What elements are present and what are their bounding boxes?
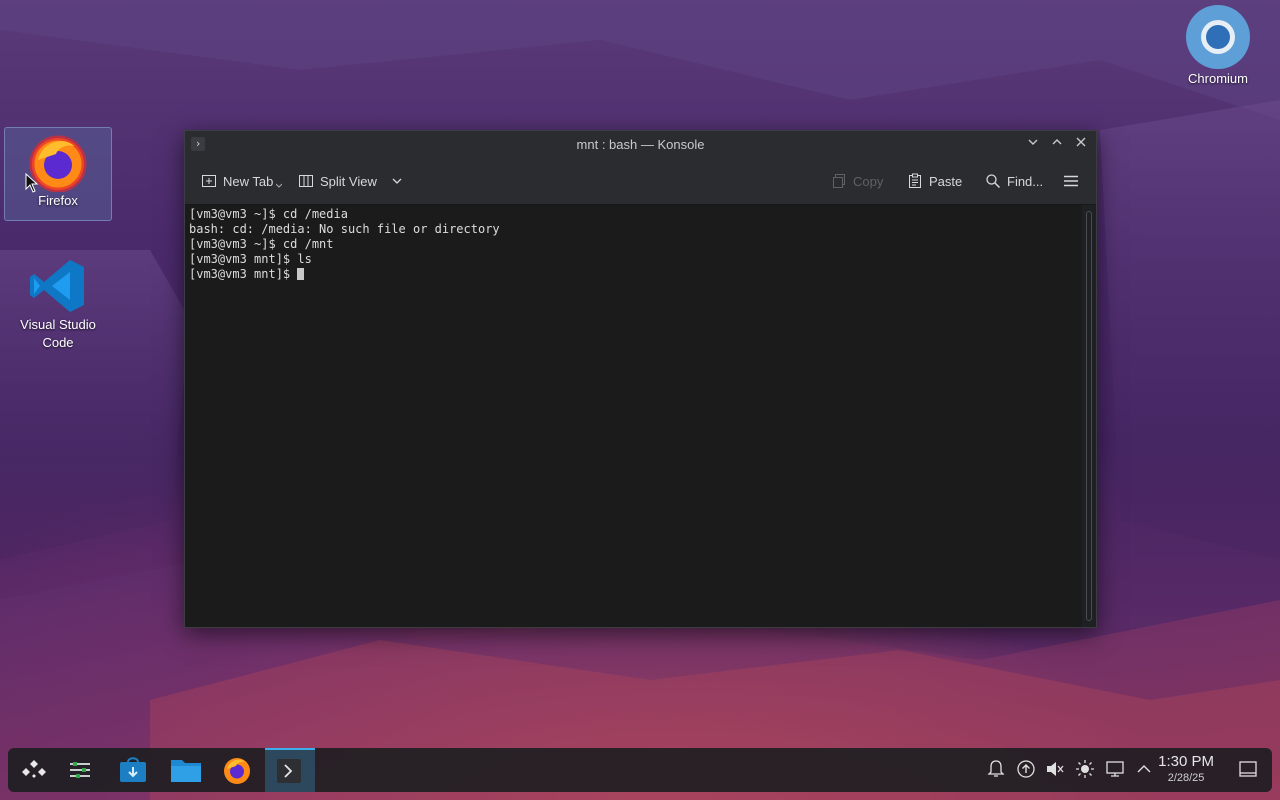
window-titlebar[interactable]: › mnt : bash — Konsole: [185, 131, 1096, 158]
vscode-icon: [30, 260, 84, 312]
copy-icon: [833, 174, 845, 188]
terminal-line: [vm3@vm3 mnt]$ ls: [189, 252, 312, 266]
chromium-icon: [1186, 5, 1250, 69]
new-tab-label: New Tab: [223, 173, 274, 189]
network-icon[interactable]: [1104, 758, 1126, 780]
find-button[interactable]: Find...: [985, 158, 1043, 204]
mouse-cursor-icon: [25, 173, 39, 193]
notifications-icon[interactable]: [985, 758, 1007, 780]
minimize-button[interactable]: [1024, 135, 1042, 153]
paste-button[interactable]: Paste: [907, 158, 962, 204]
terminal-line: bash: cd: /media: No such file or direct…: [189, 222, 500, 236]
close-icon: [1076, 137, 1086, 147]
find-label: Find...: [1007, 173, 1044, 189]
new-tab-button[interactable]: New Tab: [201, 158, 283, 204]
discover-icon[interactable]: [119, 757, 147, 783]
close-button[interactable]: [1072, 135, 1090, 153]
clock-date: 2/28/25: [1167, 772, 1205, 784]
desktop-icon-chromium[interactable]: Chromium: [1168, 4, 1268, 96]
desktop-icon-label: Visual Studio Code: [20, 317, 96, 350]
clock[interactable]: 1:30 PM 2/28/25: [1158, 753, 1214, 785]
search-icon: [986, 174, 1001, 189]
split-view-button[interactable]: Split View: [298, 158, 403, 204]
paste-icon: [909, 173, 921, 188]
split-view-icon: [299, 175, 313, 187]
scrollbar-thumb[interactable]: [1086, 211, 1092, 621]
brightness-icon[interactable]: [1074, 758, 1096, 780]
updates-icon[interactable]: [1015, 758, 1037, 780]
konsole-window[interactable]: › mnt : bash — Konsole New Tab Split Vie: [184, 130, 1097, 628]
copy-button[interactable]: Copy: [831, 158, 883, 204]
chevron-down-icon: [1028, 139, 1038, 145]
desktop-icon-label: Firefox: [38, 193, 78, 208]
desktop-icon-vscode[interactable]: Visual Studio Code: [8, 252, 108, 362]
split-view-label: Split View: [320, 173, 377, 189]
hamburger-menu-button[interactable]: [1063, 158, 1079, 204]
terminal-scrollbar[interactable]: [1082, 205, 1096, 627]
konsole-icon: [277, 759, 301, 783]
system-settings-icon[interactable]: [68, 758, 92, 782]
terminal-output[interactable]: [vm3@vm3 ~]$ cd /media bash: cd: /media:…: [185, 205, 1082, 627]
terminal-cursor: [297, 268, 305, 280]
new-tab-icon: [202, 175, 216, 187]
application-launcher-icon[interactable]: [22, 758, 46, 782]
volume-muted-icon[interactable]: [1044, 758, 1066, 780]
file-manager-icon[interactable]: [170, 757, 202, 783]
clock-time: 1:30 PM: [1158, 753, 1214, 770]
chevron-down-icon: [392, 178, 402, 184]
konsole-toolbar: New Tab Split View Copy Paste Find...: [185, 158, 1096, 205]
firefox-icon[interactable]: [222, 755, 252, 785]
copy-label: Copy: [853, 173, 884, 189]
dropdown-arrow-icon: [276, 183, 283, 188]
terminal-line: [vm3@vm3 ~]$ cd /mnt: [189, 237, 334, 251]
window-title: mnt : bash — Konsole: [576, 137, 705, 152]
maximize-button[interactable]: [1048, 135, 1066, 153]
show-desktop-icon[interactable]: [1237, 758, 1259, 780]
hamburger-menu-icon: [1064, 175, 1078, 187]
desktop-icon-label: Chromium: [1188, 71, 1248, 86]
terminal-prompt-line: [vm3@vm3 mnt]$: [189, 267, 1078, 282]
taskbar-item-konsole-active[interactable]: [265, 748, 315, 792]
desktop-icon-firefox[interactable]: Firefox: [4, 127, 112, 221]
chevron-up-icon: [1052, 139, 1062, 145]
taskbar: 1:30 PM 2/28/25: [8, 748, 1272, 792]
tray-expand-icon[interactable]: [1133, 758, 1155, 780]
paste-label: Paste: [929, 173, 963, 189]
terminal-prompt: [vm3@vm3 mnt]$: [189, 267, 298, 281]
terminal-line: [vm3@vm3 ~]$ cd /media: [189, 207, 348, 221]
